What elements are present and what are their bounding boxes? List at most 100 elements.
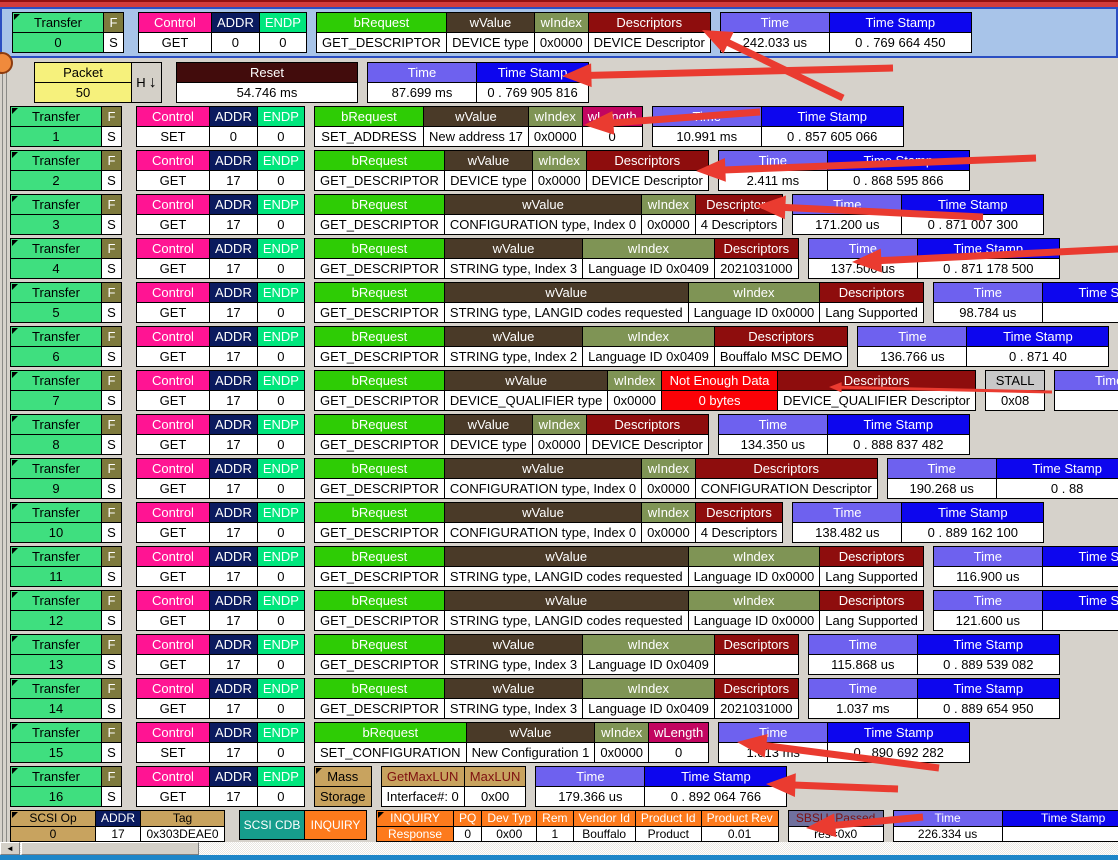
- addr-header[interactable]: ADDR: [212, 13, 259, 33]
- desc-header[interactable]: Descriptors: [715, 679, 798, 699]
- f-header[interactable]: F: [102, 327, 121, 347]
- wvalue-header[interactable]: wValue: [445, 327, 582, 347]
- transfer-header[interactable]: Transfer: [11, 239, 101, 259]
- transfer-header[interactable]: Transfer: [11, 195, 101, 215]
- addr-header[interactable]: ADDR: [210, 635, 257, 655]
- transfer-row-10[interactable]: Transfer10FSControlGETADDR17ENDP0bReques…: [0, 502, 1118, 543]
- transfer-row-13[interactable]: Transfer13FSControlGETADDR17ENDP0bReques…: [0, 634, 1118, 675]
- addr-header[interactable]: ADDR: [210, 459, 257, 479]
- tanred-header[interactable]: GetMaxLUN: [382, 767, 464, 787]
- desc-header[interactable]: Descriptors: [715, 635, 798, 655]
- control-header[interactable]: Control: [137, 371, 209, 391]
- packet-header[interactable]: Packet: [35, 63, 131, 83]
- transfer-row-9[interactable]: Transfer9FSControlGETADDR17ENDP0bRequest…: [0, 458, 1118, 499]
- transfer-header[interactable]: Transfer: [11, 679, 101, 699]
- f-header[interactable]: F: [102, 415, 121, 435]
- tstamp-header[interactable]: Time Stamp: [828, 151, 969, 171]
- endp-header[interactable]: ENDP: [258, 459, 304, 479]
- transfer-header[interactable]: Transfer: [11, 723, 101, 743]
- transfer-header[interactable]: Transfer: [11, 283, 101, 303]
- sbsu-header[interactable]: SBSU_Passed: [789, 811, 883, 827]
- time-header[interactable]: Time: [793, 503, 901, 523]
- time-header[interactable]: Time: [934, 547, 1042, 567]
- transfer-row-0[interactable]: Transfer0FSControlGETADDR0ENDP0bRequestG…: [0, 7, 1118, 58]
- time-header[interactable]: Time: [934, 591, 1042, 611]
- f-header[interactable]: F: [102, 679, 121, 699]
- brequest-header[interactable]: bRequest: [315, 679, 444, 699]
- wvalue-header[interactable]: wValue: [445, 415, 532, 435]
- control-header[interactable]: Control: [137, 635, 209, 655]
- windex-header[interactable]: wIndex: [689, 283, 820, 303]
- time-header[interactable]: Time: [1055, 371, 1118, 391]
- time-header[interactable]: Time: [793, 195, 901, 215]
- scroll-left-button[interactable]: ◄: [0, 842, 20, 855]
- brequest-header[interactable]: bRequest: [315, 635, 444, 655]
- brequest-header[interactable]: bRequest: [315, 327, 444, 347]
- control-header[interactable]: Control: [137, 195, 209, 215]
- addr-header[interactable]: ADDR: [210, 107, 257, 127]
- endp-header[interactable]: ENDP: [258, 767, 304, 787]
- brequest-header[interactable]: bRequest: [317, 13, 446, 33]
- control-header[interactable]: Control: [137, 415, 209, 435]
- desc-header[interactable]: Descriptors: [587, 415, 708, 435]
- wvalue-header[interactable]: wValue: [445, 679, 582, 699]
- packet-row-50[interactable]: Packet50H↓Reset54.746 msTime87.699 msTim…: [0, 62, 1118, 103]
- transfer-header[interactable]: Transfer: [11, 503, 101, 523]
- control-header[interactable]: Control: [137, 723, 209, 743]
- f-header[interactable]: F: [102, 195, 121, 215]
- addr-header[interactable]: ADDR: [210, 767, 257, 787]
- tstamp-header[interactable]: Time Stamp: [762, 107, 903, 127]
- transfer-row-14[interactable]: Transfer14FSControlGETADDR17ENDP0bReques…: [0, 678, 1118, 719]
- brequest-header[interactable]: bRequest: [315, 503, 444, 523]
- desc-header[interactable]: Descriptors: [778, 371, 975, 391]
- transfer-row-4[interactable]: Transfer4FSControlGETADDR17ENDP0bRequest…: [0, 238, 1118, 279]
- transfer-row-7[interactable]: Transfer7FSControlGETADDR17ENDP0bRequest…: [0, 370, 1118, 411]
- ocell-header[interactable]: Vendor Id: [574, 811, 635, 827]
- addr-header[interactable]: ADDR: [210, 547, 257, 567]
- transfer-row-15[interactable]: Transfer15FSControlSETADDR17ENDP0bReques…: [0, 722, 1118, 763]
- desc-header[interactable]: Descriptors: [696, 195, 783, 215]
- windex-header[interactable]: wIndex: [529, 107, 582, 127]
- ocell-header[interactable]: Rem: [537, 811, 572, 827]
- transfer-row-3[interactable]: Transfer3FSControlGETADDR17ENDP0bRequest…: [0, 194, 1118, 235]
- time-header[interactable]: Time: [719, 415, 827, 435]
- windex-header[interactable]: wIndex: [583, 327, 714, 347]
- transfer-header[interactable]: Transfer: [11, 591, 101, 611]
- reset-header[interactable]: Reset: [177, 63, 357, 83]
- windex-header[interactable]: wIndex: [689, 547, 820, 567]
- ocell-header[interactable]: Product Rev: [702, 811, 778, 827]
- wvalue-header[interactable]: wValue: [445, 371, 607, 391]
- brequest-header[interactable]: bRequest: [315, 591, 444, 611]
- orangehdr-header[interactable]: INQUIRY: [377, 811, 453, 827]
- windex-header[interactable]: wIndex: [689, 591, 820, 611]
- time-header[interactable]: Time: [809, 239, 917, 259]
- brequest-header[interactable]: bRequest: [315, 151, 444, 171]
- time-header[interactable]: Time: [719, 151, 827, 171]
- scsiop-header[interactable]: SCSI Op: [11, 811, 95, 827]
- control-header[interactable]: Control: [137, 547, 209, 567]
- windex-header[interactable]: wIndex: [533, 151, 586, 171]
- transfer-row-16[interactable]: Transfer16FSControlGETADDR17ENDP0MassSto…: [0, 766, 1118, 807]
- notenough-header[interactable]: Not Enough Data: [662, 371, 777, 391]
- endp-header[interactable]: ENDP: [258, 107, 304, 127]
- desc-header[interactable]: Descriptors: [587, 151, 708, 171]
- wlength-header[interactable]: wLength: [583, 107, 642, 127]
- windex-header[interactable]: wIndex: [642, 195, 695, 215]
- tstamp-header[interactable]: Time Stamp: [902, 503, 1043, 523]
- scsi-row-0[interactable]: SCSI Op0ADDR17Tag0x303DEAE0SCSI CDBINQUI…: [0, 810, 1118, 842]
- f-header[interactable]: F: [102, 767, 121, 787]
- desc-header[interactable]: Descriptors: [820, 591, 923, 611]
- windex-header[interactable]: wIndex: [583, 635, 714, 655]
- transfer-header[interactable]: Transfer: [13, 13, 103, 33]
- wvalue-header[interactable]: wValue: [445, 591, 688, 611]
- addr-header[interactable]: ADDR: [210, 151, 257, 171]
- addr-header[interactable]: ADDR: [210, 283, 257, 303]
- brequest-header[interactable]: bRequest: [315, 547, 444, 567]
- tstamp-header[interactable]: Time Stamp: [477, 63, 588, 83]
- endp-header[interactable]: ENDP: [258, 283, 304, 303]
- addr-header[interactable]: ADDR: [210, 723, 257, 743]
- addr-header[interactable]: ADDR: [210, 327, 257, 347]
- time-header[interactable]: Time: [809, 635, 917, 655]
- brequest-header[interactable]: bRequest: [315, 459, 444, 479]
- tstamp-header[interactable]: Time Stamp: [1043, 547, 1118, 567]
